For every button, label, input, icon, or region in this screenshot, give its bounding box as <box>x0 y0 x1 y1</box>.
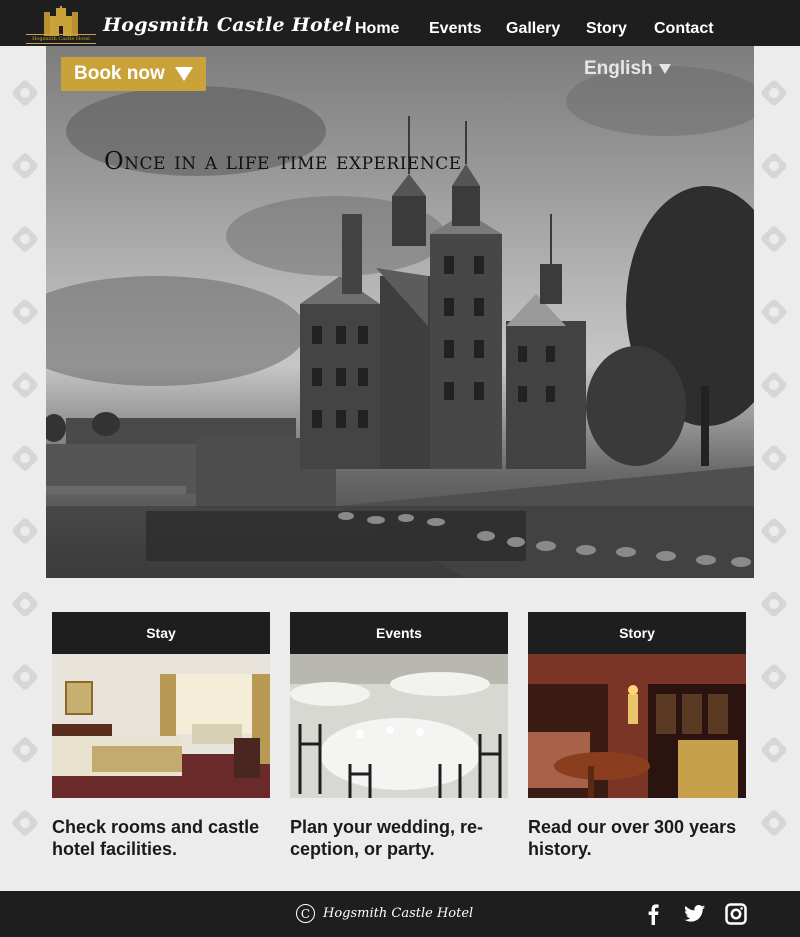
nav-events[interactable]: Events <box>429 20 481 38</box>
card-stay[interactable]: Stay Check rooms and castle hotel facili… <box>52 612 270 860</box>
ornament-icon <box>6 512 44 550</box>
ornament-icon <box>755 220 793 258</box>
ornament-icon <box>755 439 793 477</box>
brand-name[interactable]: Hogsmith Castle Hotel <box>103 14 352 36</box>
ornament-icon <box>755 293 793 331</box>
card-description: Read our over 300 years history. <box>528 817 737 859</box>
language-label: English <box>584 58 653 79</box>
right-ornament-column <box>755 74 795 877</box>
dropdown-arrow-icon <box>174 67 193 81</box>
site-footer: C Hogsmith Castle Hotel <box>0 891 800 937</box>
ornament-icon <box>755 147 793 185</box>
ornament-icon <box>755 512 793 550</box>
twitter-icon[interactable] <box>684 903 706 925</box>
castle-photo <box>46 116 754 578</box>
card-description: Plan your wedding, re- ception, or party… <box>290 817 484 859</box>
ornament-icon <box>6 658 44 696</box>
hero-tagline: Once in a life time experience <box>104 147 462 175</box>
card-story[interactable]: Story Read our over 300 years history. <box>528 612 746 860</box>
ornament-icon <box>755 74 793 112</box>
copyright: C Hogsmith Castle Hotel <box>296 904 473 923</box>
dropdown-arrow-icon <box>658 64 671 74</box>
nav-home[interactable]: Home <box>355 20 399 38</box>
copyright-icon: C <box>296 904 315 923</box>
footer-brand: Hogsmith Castle Hotel <box>323 906 474 921</box>
event-hall-photo[interactable] <box>290 654 508 798</box>
logo-banner: Hogsmith Castle Hotel <box>26 34 96 44</box>
card-title[interactable]: Stay <box>52 612 270 654</box>
ornament-icon <box>755 366 793 404</box>
ornament-icon <box>755 585 793 623</box>
castle-logo-icon <box>44 6 78 36</box>
room-photo[interactable] <box>52 654 270 798</box>
hotel-logo[interactable]: Hogsmith Castle Hotel <box>26 4 96 44</box>
card-title[interactable]: Story <box>528 612 746 654</box>
hero-image <box>46 46 754 578</box>
ornament-icon <box>6 220 44 258</box>
book-now-label: Book now <box>74 63 165 84</box>
facebook-icon[interactable] <box>643 903 665 925</box>
book-now-button[interactable]: Book now <box>61 57 206 91</box>
ornament-icon <box>6 147 44 185</box>
ornament-icon <box>6 731 44 769</box>
ornament-icon <box>755 658 793 696</box>
card-events[interactable]: Events Plan your wedding, re- ception, o… <box>290 612 508 860</box>
ornament-icon <box>755 731 793 769</box>
nav-story[interactable]: Story <box>586 20 627 38</box>
language-selector[interactable]: English <box>584 58 671 80</box>
ornament-icon <box>755 804 793 842</box>
ornament-icon <box>6 804 44 842</box>
ornament-icon <box>6 366 44 404</box>
site-header: Hogsmith Castle Hotel Hogsmith Castle Ho… <box>0 0 800 46</box>
ornament-icon <box>6 293 44 331</box>
ornament-icon <box>6 585 44 623</box>
instagram-icon[interactable] <box>725 903 747 925</box>
ornament-icon <box>6 439 44 477</box>
nav-contact[interactable]: Contact <box>654 20 714 38</box>
card-title[interactable]: Events <box>290 612 508 654</box>
nav-gallery[interactable]: Gallery <box>506 20 560 38</box>
left-ornament-column <box>6 74 46 877</box>
library-photo[interactable] <box>528 654 746 798</box>
card-description: Check rooms and castle hotel facilities. <box>52 817 260 859</box>
ornament-icon <box>6 74 44 112</box>
